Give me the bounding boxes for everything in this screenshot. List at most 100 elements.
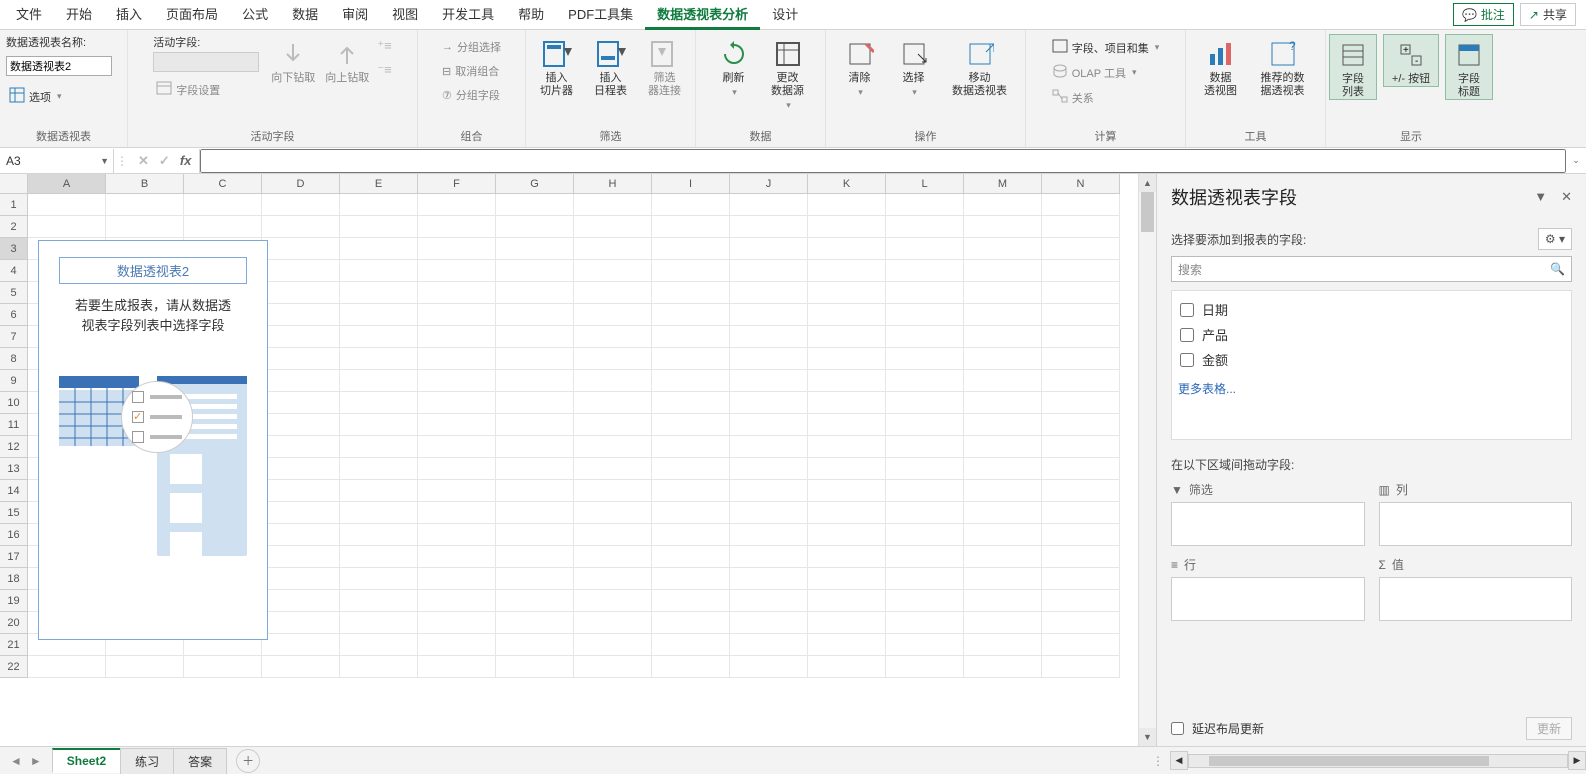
- cell[interactable]: [964, 260, 1042, 282]
- cell[interactable]: [730, 348, 808, 370]
- cell[interactable]: [262, 458, 340, 480]
- name-box-dropdown-icon[interactable]: ▼: [100, 156, 109, 166]
- field-item-product[interactable]: 产品: [1178, 322, 1565, 347]
- cell[interactable]: [886, 656, 964, 678]
- cell[interactable]: [808, 414, 886, 436]
- cell[interactable]: [964, 458, 1042, 480]
- cell[interactable]: [496, 568, 574, 590]
- insert-timeline-button[interactable]: 插入日程表: [587, 34, 635, 98]
- cell[interactable]: [418, 480, 496, 502]
- cell[interactable]: [730, 524, 808, 546]
- cell[interactable]: [418, 568, 496, 590]
- cell[interactable]: [574, 216, 652, 238]
- cell[interactable]: [730, 612, 808, 634]
- cell[interactable]: [262, 370, 340, 392]
- cell[interactable]: [496, 348, 574, 370]
- field-checkbox[interactable]: [1180, 353, 1194, 367]
- grid[interactable]: ABCDEFGHIJKLMN 1234567891011121314151617…: [0, 174, 1156, 746]
- move-pivot-button[interactable]: 移动数据透视表: [944, 34, 1016, 98]
- cell[interactable]: [340, 238, 418, 260]
- add-sheet-button[interactable]: ＋: [236, 749, 260, 773]
- cell[interactable]: [886, 502, 964, 524]
- cell[interactable]: [262, 524, 340, 546]
- cell[interactable]: [964, 282, 1042, 304]
- cell[interactable]: [730, 546, 808, 568]
- field-item-amount[interactable]: 金额: [1178, 347, 1565, 372]
- field-pane-settings-button[interactable]: ⚙ ▾: [1538, 228, 1572, 250]
- cell[interactable]: [496, 546, 574, 568]
- cell[interactable]: [886, 260, 964, 282]
- pivottable-options-button[interactable]: 选项: [6, 86, 65, 107]
- cell[interactable]: [730, 458, 808, 480]
- cell[interactable]: [886, 370, 964, 392]
- cell[interactable]: [574, 590, 652, 612]
- cell[interactable]: [808, 480, 886, 502]
- cell[interactable]: [418, 634, 496, 656]
- cell[interactable]: [964, 392, 1042, 414]
- tab-pdf[interactable]: PDF工具集: [556, 0, 645, 30]
- scroll-up-icon[interactable]: ▲: [1139, 174, 1156, 192]
- column-header[interactable]: C: [184, 174, 262, 194]
- row-header[interactable]: 5: [0, 282, 28, 304]
- row-header[interactable]: 17: [0, 546, 28, 568]
- cell[interactable]: [652, 590, 730, 612]
- cell[interactable]: [574, 304, 652, 326]
- field-settings-button[interactable]: 字段设置: [153, 80, 223, 99]
- cell[interactable]: [808, 524, 886, 546]
- field-item-date[interactable]: 日期: [1178, 297, 1565, 322]
- cell[interactable]: [730, 370, 808, 392]
- cell[interactable]: [1042, 590, 1120, 612]
- cell[interactable]: [496, 392, 574, 414]
- cell[interactable]: [1042, 634, 1120, 656]
- cell[interactable]: [418, 414, 496, 436]
- cell[interactable]: [262, 546, 340, 568]
- cell[interactable]: [496, 502, 574, 524]
- row-header[interactable]: 7: [0, 326, 28, 348]
- cell[interactable]: [1042, 568, 1120, 590]
- field-checkbox[interactable]: [1180, 328, 1194, 342]
- cell[interactable]: [574, 502, 652, 524]
- cell[interactable]: [808, 194, 886, 216]
- cell[interactable]: [418, 282, 496, 304]
- refresh-button[interactable]: 刷新: [710, 34, 758, 98]
- pivot-chart-button[interactable]: 数据透视图: [1197, 34, 1245, 98]
- cell[interactable]: [964, 348, 1042, 370]
- cell[interactable]: [574, 348, 652, 370]
- tab-home[interactable]: 开始: [54, 0, 104, 30]
- cell[interactable]: [886, 414, 964, 436]
- cell[interactable]: [652, 546, 730, 568]
- horizontal-scrollbar[interactable]: ◀ ▶: [1170, 747, 1586, 774]
- cell[interactable]: [574, 546, 652, 568]
- cell[interactable]: [1042, 238, 1120, 260]
- cell[interactable]: [496, 458, 574, 480]
- cell[interactable]: [1042, 656, 1120, 678]
- cell[interactable]: [496, 304, 574, 326]
- cell[interactable]: [28, 656, 106, 678]
- cell[interactable]: [262, 502, 340, 524]
- values-drop-area[interactable]: [1379, 577, 1573, 621]
- cell[interactable]: [262, 414, 340, 436]
- cell[interactable]: [574, 238, 652, 260]
- cell[interactable]: [808, 326, 886, 348]
- row-header[interactable]: 10: [0, 392, 28, 414]
- cell[interactable]: [886, 392, 964, 414]
- cell[interactable]: [730, 194, 808, 216]
- cell[interactable]: [964, 238, 1042, 260]
- cell[interactable]: [730, 502, 808, 524]
- cell[interactable]: [574, 370, 652, 392]
- cell[interactable]: [496, 656, 574, 678]
- row-header[interactable]: 2: [0, 216, 28, 238]
- cell[interactable]: [418, 524, 496, 546]
- hscroll-right-icon[interactable]: ▶: [1568, 751, 1586, 770]
- cell[interactable]: [574, 634, 652, 656]
- cell[interactable]: [262, 568, 340, 590]
- tab-help[interactable]: 帮助: [506, 0, 556, 30]
- row-header[interactable]: 11: [0, 414, 28, 436]
- column-header[interactable]: B: [106, 174, 184, 194]
- cell[interactable]: [964, 612, 1042, 634]
- cell[interactable]: [262, 656, 340, 678]
- cell[interactable]: [886, 326, 964, 348]
- cell[interactable]: [496, 480, 574, 502]
- cell[interactable]: [340, 216, 418, 238]
- cell[interactable]: [808, 370, 886, 392]
